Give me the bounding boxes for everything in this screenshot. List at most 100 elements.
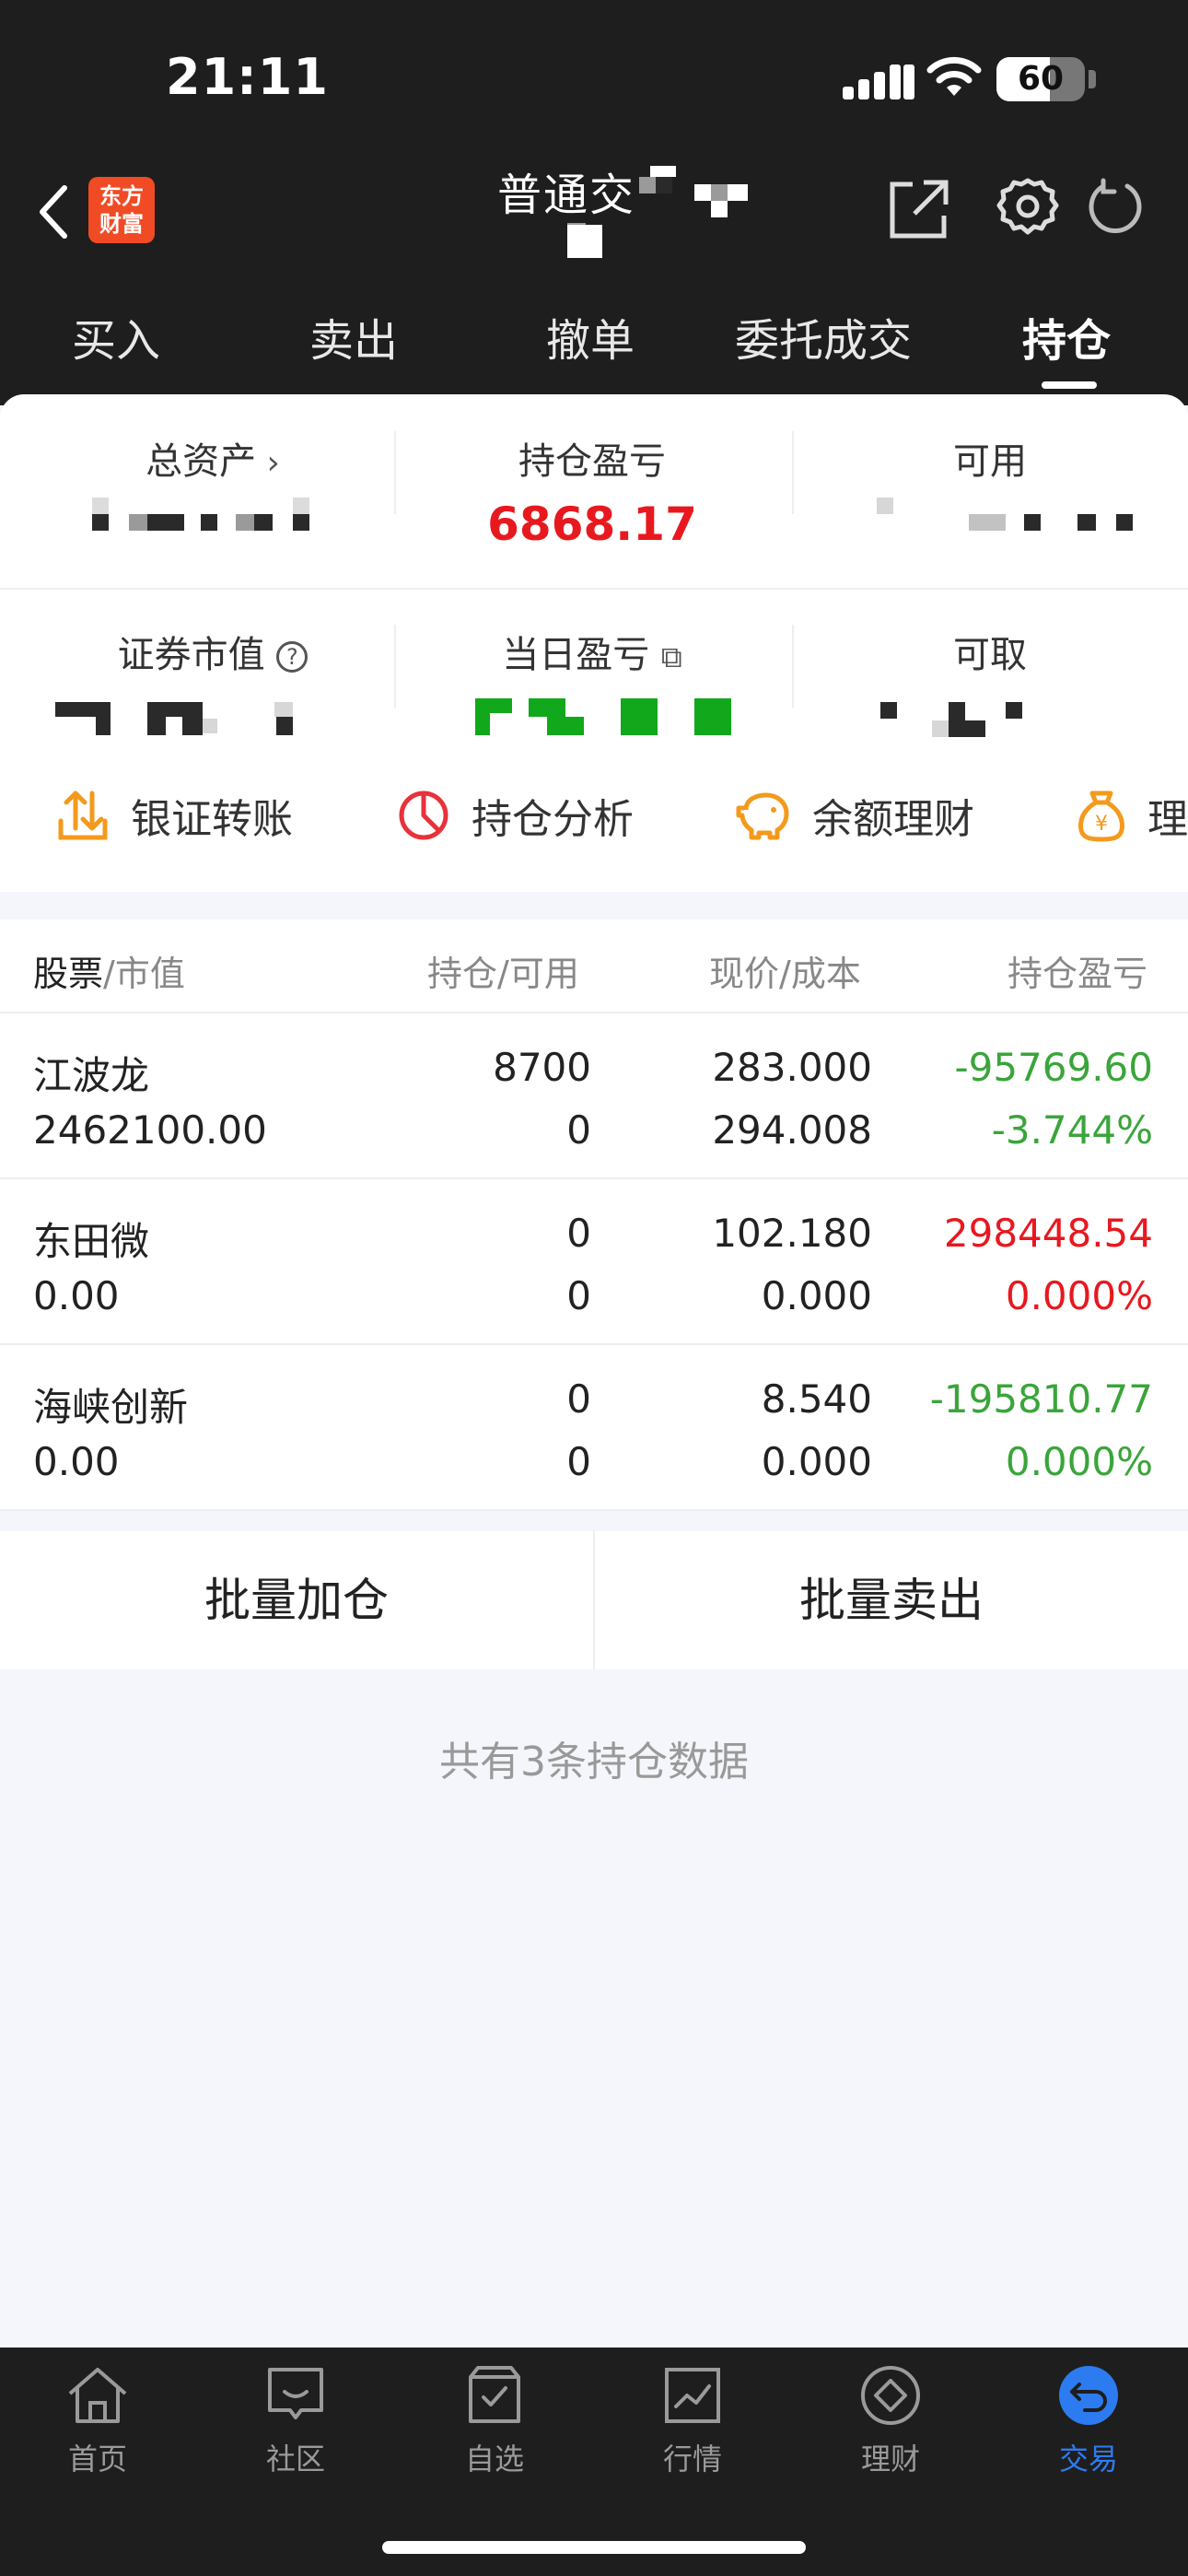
header-pnl-label: 持仓盈亏 bbox=[1007, 954, 1148, 994]
batch-actions: 批量加仓 批量卖出 bbox=[0, 1531, 1188, 1669]
position-pnl-percent: 0.000% bbox=[1005, 1273, 1153, 1318]
status-time: 21:11 bbox=[166, 48, 329, 106]
securities-market-value: 证券市值 ? bbox=[15, 625, 411, 678]
gear-icon[interactable] bbox=[995, 175, 1061, 241]
quick-action-label: 持仓分析 bbox=[472, 796, 634, 843]
holdings-count-note: 共有3条持仓数据 bbox=[439, 1739, 749, 1786]
market-value: 0.00 bbox=[33, 1273, 120, 1318]
status-bar: 21:11 60 bbox=[0, 0, 1188, 157]
tab-sell[interactable]: 卖出 bbox=[309, 304, 398, 369]
header-price-label: 现价 bbox=[709, 954, 780, 994]
tabbar-label: 首页 bbox=[67, 2441, 127, 2476]
nav-bar: 东方 财富 普通交 bbox=[0, 157, 1188, 267]
market-value: 2462100.00 bbox=[33, 1107, 267, 1153]
current-price: 283.000 bbox=[712, 1045, 872, 1090]
tabbar-market[interactable]: 行情 bbox=[628, 2360, 757, 2478]
batch-add-button[interactable]: 批量加仓 bbox=[0, 1531, 593, 1669]
external-link-icon: ⧉ bbox=[660, 639, 682, 674]
battery-tip bbox=[1089, 70, 1096, 88]
tab-buy[interactable]: 买入 bbox=[72, 304, 160, 369]
position-pnl-value: 6868.17 bbox=[487, 498, 697, 551]
cost-price: 0.000 bbox=[761, 1273, 872, 1318]
table-header: 股票/市值 持仓/可用 现价/成本 持仓盈亏 bbox=[0, 919, 1188, 1013]
withdrawable-label: 可取 bbox=[953, 634, 1027, 676]
table-row[interactable]: 东田微 0.00 0 0 102.180 0.000 298448.54 0.000% bbox=[0, 1179, 1188, 1345]
holdings-table: 股票/市值 持仓/可用 现价/成本 持仓盈亏 江波龙 2462100.00 8700… bbox=[0, 919, 1188, 1511]
tabbar-watchlist[interactable]: 自选 bbox=[430, 2360, 559, 2478]
tabbar-trade[interactable]: 交易 bbox=[1024, 2360, 1153, 2478]
header-available-label: 可用 bbox=[508, 954, 579, 994]
holding-qty: 0 bbox=[566, 1211, 591, 1256]
chevron-right-icon: › bbox=[256, 444, 280, 482]
logo-line-2: 财富 bbox=[99, 211, 144, 237]
cellular-signal-icon bbox=[843, 63, 914, 100]
header-pnl[interactable]: 持仓盈亏 bbox=[1007, 945, 1147, 996]
tabbar-home[interactable]: 首页 bbox=[33, 2360, 162, 2478]
table-row[interactable]: 海峡创新 0.00 0 0 8.540 0.000 -195810.77 0.000% bbox=[0, 1345, 1188, 1511]
table-row[interactable]: 江波龙 2462100.00 8700 0 283.000 294.008 -95769.6… bbox=[0, 1013, 1188, 1179]
account-title[interactable]: 普通交 bbox=[497, 158, 635, 223]
header-stock-label: 股票 bbox=[33, 954, 104, 994]
quick-position-analysis[interactable]: 持仓分析 bbox=[396, 755, 634, 875]
position-pnl-label: 持仓盈亏 bbox=[518, 440, 666, 483]
holding-qty: 8700 bbox=[493, 1045, 591, 1090]
available-funds: 可用 bbox=[792, 431, 1188, 485]
header-holding-label: 持仓 bbox=[427, 954, 498, 994]
help-icon[interactable]: ? bbox=[276, 641, 309, 673]
share-icon[interactable] bbox=[887, 177, 951, 241]
cost-price: 0.000 bbox=[761, 1439, 872, 1484]
quick-action-label: 余额理财 bbox=[812, 796, 974, 843]
quick-balance-finance[interactable]: 余额理财 bbox=[735, 755, 974, 875]
pie-chart-icon bbox=[399, 790, 448, 840]
position-pnl-amount: -95769.60 bbox=[954, 1045, 1153, 1090]
position-pnl-percent: -3.744% bbox=[991, 1107, 1153, 1153]
available-qty: 0 bbox=[566, 1439, 591, 1484]
header-price[interactable]: 现价/成本 bbox=[709, 945, 861, 996]
header-market-value-label: 市值 bbox=[114, 954, 185, 994]
batch-sell-button[interactable]: 批量卖出 bbox=[595, 1531, 1188, 1669]
tabbar-finance[interactable]: 理财 bbox=[826, 2360, 955, 2478]
row-divider bbox=[0, 588, 1188, 590]
battery-icon: 60 bbox=[996, 57, 1085, 101]
position-pnl: 持仓盈亏 6868.17 bbox=[394, 431, 790, 551]
trade-tabs: 买入 卖出 撤单 委托成交 持仓 bbox=[0, 286, 1188, 389]
header-holding[interactable]: 持仓/可用 bbox=[427, 945, 579, 996]
app-logo: 东方 财富 bbox=[88, 177, 155, 243]
svg-text:¥: ¥ bbox=[1095, 813, 1108, 836]
stock-name: 海峡创新 bbox=[33, 1385, 189, 1430]
tab-orders[interactable]: 委托成交 bbox=[735, 304, 912, 369]
tabbar-label: 行情 bbox=[662, 2441, 722, 2476]
tab-cancel[interactable]: 撤单 bbox=[546, 304, 635, 369]
quick-action-label: 理财 bbox=[1147, 796, 1188, 843]
stock-name: 东田微 bbox=[33, 1219, 150, 1264]
current-price: 102.180 bbox=[712, 1211, 872, 1256]
battery-level: 60 bbox=[1017, 60, 1065, 98]
piggy-bank-icon bbox=[736, 792, 789, 840]
cost-price: 294.008 bbox=[712, 1107, 872, 1153]
tabbar-label: 社区 bbox=[265, 2441, 325, 2476]
quick-actions: 银证转账 持仓分析 余额理财 ¥ 理财 bbox=[0, 755, 1188, 875]
total-assets[interactable]: 总资产 › bbox=[15, 431, 411, 485]
home-indicator bbox=[382, 2541, 806, 2554]
refresh-icon[interactable] bbox=[1085, 177, 1146, 238]
daily-pnl-label: 当日盈亏 bbox=[502, 634, 650, 676]
holding-qty: 0 bbox=[566, 1376, 591, 1422]
quick-bank-transfer[interactable]: 银证转账 bbox=[55, 755, 293, 875]
bottom-tab-bar: 首页 社区 自选 行情 理财 交易 bbox=[0, 2348, 1188, 2576]
bag-check-icon bbox=[469, 2366, 520, 2423]
back-icon[interactable] bbox=[35, 182, 72, 241]
diamond-icon bbox=[861, 2366, 920, 2425]
header-stock[interactable]: 股票/市值 bbox=[33, 945, 185, 996]
quick-finance[interactable]: ¥ 理财 bbox=[1076, 755, 1188, 875]
wifi-icon bbox=[926, 56, 982, 96]
tab-positions[interactable]: 持仓 bbox=[1022, 304, 1111, 369]
total-assets-label: 总资产 bbox=[146, 440, 257, 483]
tabbar-label: 交易 bbox=[1058, 2441, 1118, 2476]
quick-action-label: 银证转账 bbox=[131, 796, 293, 843]
position-pnl-percent: 0.000% bbox=[1005, 1439, 1153, 1484]
position-pnl-amount: 298448.54 bbox=[943, 1211, 1153, 1256]
available-qty: 0 bbox=[566, 1107, 591, 1153]
available-label: 可用 bbox=[953, 440, 1027, 483]
tabbar-community[interactable]: 社区 bbox=[231, 2360, 360, 2478]
daily-pnl[interactable]: 当日盈亏 ⧉ bbox=[394, 625, 790, 678]
